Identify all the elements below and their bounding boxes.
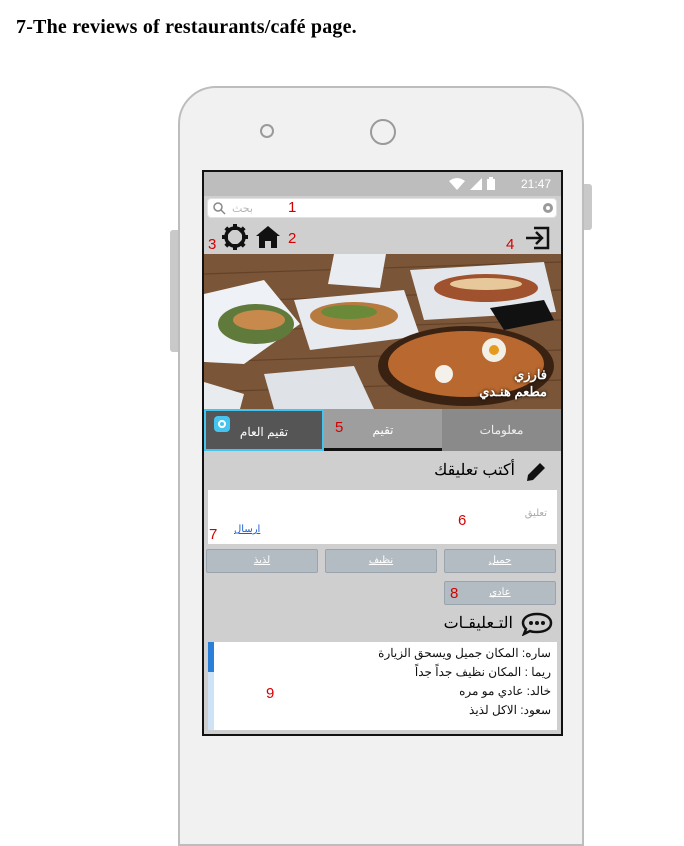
rating-option-clean[interactable]: نظيف (325, 549, 437, 573)
rating-option-beautiful[interactable]: جميل (444, 549, 556, 573)
clear-search-icon[interactable] (543, 203, 553, 213)
comment-item: ساره: المكان جميل ويسحق الزيارة (378, 646, 551, 660)
wifi-icon (449, 177, 465, 190)
app-screen: 21:47 1 3 2 4 (202, 170, 563, 736)
search-bar[interactable] (207, 198, 557, 218)
rating-bubble-icon (214, 416, 230, 432)
rating-option-ordinary[interactable]: عادي (444, 581, 556, 605)
annotation-8: 8 (450, 585, 459, 602)
comment-item: ريما : المكان نظيف جداً جداً (414, 665, 551, 679)
annotation-1: 1 (288, 199, 297, 216)
comments-title: التـعليقـات (443, 615, 513, 632)
restaurant-cuisine: مطعم هنـدي (479, 384, 547, 399)
tab-rating-label: تقيم (372, 423, 394, 437)
annotation-3: 3 (208, 236, 217, 253)
settings-gear-icon[interactable] (222, 224, 248, 250)
annotation-5: 5 (335, 419, 344, 436)
restaurant-photo: فارزي مطعم هنـدي (204, 254, 561, 409)
scrollbar-thumb[interactable] (208, 642, 214, 672)
write-comment-title: أكتب تعليقك (434, 462, 515, 479)
tab-general-rating[interactable]: تقيم العام (204, 409, 324, 451)
comment-box (208, 490, 557, 544)
restaurant-title: فارزي (514, 367, 547, 382)
tab-bar: تقيم العام تقيم معلومات (204, 409, 561, 451)
logout-icon[interactable] (524, 226, 550, 250)
comments-header: التـعليقـات (204, 610, 561, 638)
comments-list: ساره: المكان جميل ويسحق الزيارة ريما : ا… (208, 642, 557, 730)
phone-camera (370, 119, 396, 145)
rating-option-delicious[interactable]: لذيذ (206, 549, 318, 573)
annotation-7: 7 (209, 526, 218, 543)
home-icon[interactable] (256, 226, 280, 248)
phone-sensor (260, 124, 274, 138)
tab-general-rating-label: تقيم العام (239, 425, 289, 439)
tab-info[interactable]: معلومات (442, 409, 561, 451)
tab-info-label: معلومات (479, 423, 524, 437)
pencil-icon (527, 463, 545, 481)
write-comment-header: أكتب تعليقك (204, 458, 561, 486)
annotation-9: 9 (266, 685, 275, 702)
chat-bubble-icon (521, 612, 553, 636)
comment-input[interactable] (208, 490, 557, 544)
comment-item: خالد: عادي مو مره (459, 684, 551, 698)
comments-scrollbar[interactable] (208, 642, 214, 730)
search-input[interactable] (232, 200, 522, 216)
search-icon[interactable] (213, 202, 226, 215)
status-time: 21:47 (520, 177, 551, 191)
annotation-4: 4 (506, 236, 515, 253)
signal-icon (470, 177, 482, 190)
status-bar: 21:47 (204, 172, 561, 196)
battery-icon (487, 177, 495, 190)
annotation-6: 6 (458, 512, 467, 529)
comment-item: سعود: الاكل لذيذ (469, 703, 551, 717)
phone-power-button (584, 184, 592, 230)
page-heading: 7-The reviews of restaurants/café page. (16, 16, 357, 38)
annotation-2: 2 (288, 230, 297, 247)
restaurant-name: فارزي مطعم هنـدي (479, 366, 547, 400)
send-link[interactable]: ارسال (234, 524, 260, 535)
